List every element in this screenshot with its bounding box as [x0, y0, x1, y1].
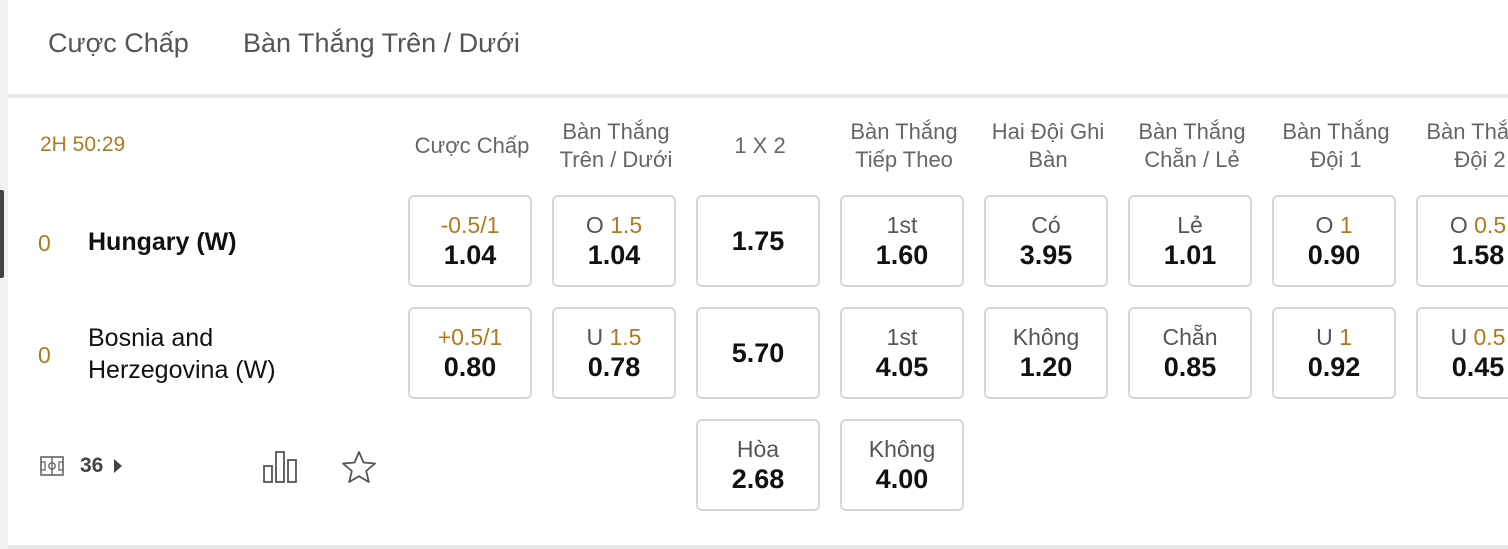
- header-ban-thang-chan-le: Bàn Thắng Chẵn / Lẻ: [1138, 119, 1246, 172]
- odds-tiep-theo-home[interactable]: 1st 1.60: [840, 195, 964, 287]
- tab-ban-thang-tren-duoi[interactable]: Bàn Thắng Trên / Dưới: [243, 28, 520, 59]
- left-edge-handle[interactable]: [0, 190, 4, 278]
- home-team-name: Hungary (W): [88, 228, 237, 256]
- odds-doi-2-over[interactable]: O 0.5 1.58: [1416, 195, 1508, 287]
- odds-tiep-theo-away[interactable]: 1st 4.05: [840, 307, 964, 399]
- odds-tiep-theo-none[interactable]: Không 4.00: [840, 419, 964, 511]
- header-ban-thang-tiep-theo: Bàn Thắng Tiếp Theo: [850, 119, 958, 172]
- odds-cuoc-chap-away[interactable]: +0.5/1 0.80: [408, 307, 532, 399]
- tab-cuoc-chap[interactable]: Cược Chấp: [48, 28, 189, 59]
- header-1x2: 1 X 2: [734, 133, 786, 158]
- more-markets-count[interactable]: 36: [80, 454, 103, 478]
- odds-tren-duoi-over[interactable]: O 1.5 1.04: [552, 195, 676, 287]
- header-cuoc-chap: Cược Chấp: [414, 133, 530, 158]
- chevron-right-icon[interactable]: [114, 459, 122, 473]
- odds-doi-1-under[interactable]: U 1 0.92: [1272, 307, 1396, 399]
- odds-hai-doi-co[interactable]: Có 3.95: [984, 195, 1108, 287]
- odds-1x2-draw[interactable]: Hòa 2.68: [696, 419, 820, 511]
- header-ban-thang-doi-1: Bàn Thắng Đội 1: [1282, 119, 1390, 172]
- odds-chan-le-chan[interactable]: Chẵn 0.85: [1128, 307, 1252, 399]
- away-team-name: Bosnia and Herzegovina (W): [88, 322, 276, 386]
- header-ban-thang-tren-duoi: Bàn Thắng Trên / Dưới: [559, 119, 673, 172]
- odds-doi-2-under[interactable]: U 0.5 0.45: [1416, 307, 1508, 399]
- odds-1x2-away[interactable]: 5.70: [696, 307, 820, 399]
- odds-cuoc-chap-home[interactable]: -0.5/1 1.04: [408, 195, 532, 287]
- odds-1x2-home[interactable]: 1.75: [696, 195, 820, 287]
- away-team-name-line2: Herzegovina (W): [88, 356, 276, 384]
- header-hai-doi-ghi-ban: Hai Đội Ghi Bàn: [991, 119, 1105, 172]
- market-tabs: Cược Chấp Bàn Thắng Trên / Dưới: [8, 0, 1508, 94]
- bottom-divider: [8, 545, 1508, 549]
- odds-doi-1-over[interactable]: O 1 0.90: [1272, 195, 1396, 287]
- field-icon[interactable]: [40, 456, 64, 476]
- away-score: 0: [38, 342, 51, 368]
- home-score: 0: [38, 230, 51, 256]
- match-time: 2H 50:29: [40, 133, 126, 156]
- header-ban-thang-doi-2: Bàn ThắngĐội 2: [1426, 119, 1508, 172]
- tabs-divider: [8, 94, 1508, 98]
- away-team-name-line1: Bosnia and: [88, 324, 214, 352]
- star-icon[interactable]: [341, 450, 377, 484]
- odds-hai-doi-khong[interactable]: Không 1.20: [984, 307, 1108, 399]
- stats-icon[interactable]: [262, 448, 298, 484]
- odds-tren-duoi-under[interactable]: U 1.5 0.78: [552, 307, 676, 399]
- odds-chan-le-le[interactable]: Lẻ 1.01: [1128, 195, 1252, 287]
